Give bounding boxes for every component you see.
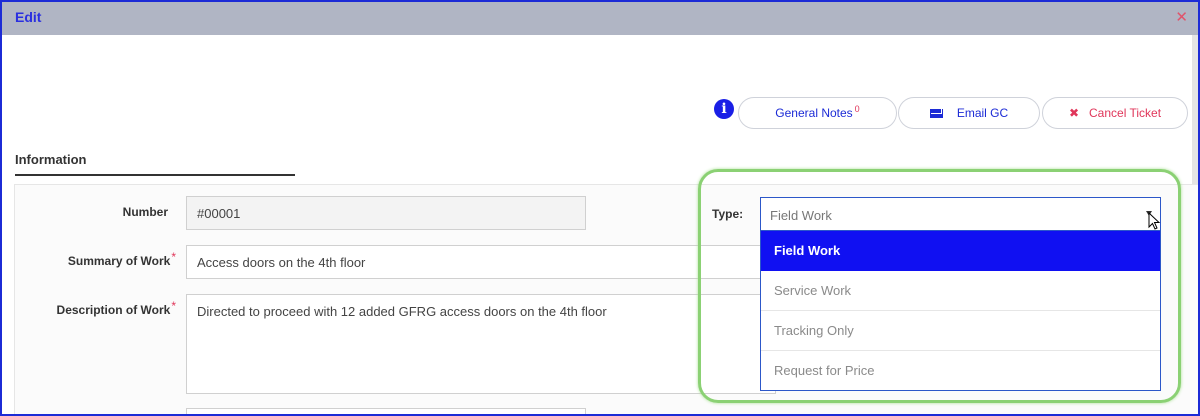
required-mark: * — [171, 299, 176, 313]
mouse-cursor-icon — [1148, 212, 1161, 230]
general-notes-button[interactable]: General Notes 0 — [738, 97, 897, 129]
edit-dialog: Edit ✕ i General Notes 0 Email GC ✖ Canc… — [0, 0, 1200, 416]
section-underline — [15, 174, 295, 176]
dialog-title: Edit — [15, 9, 42, 25]
number-label: Number — [60, 205, 168, 219]
type-dropdown-list: Field Work Service Work Tracking Only Re… — [760, 230, 1161, 391]
cancel-ticket-label: Cancel Ticket — [1089, 106, 1162, 120]
general-notes-label: General Notes — [775, 106, 853, 120]
type-option-tracking-only[interactable]: Tracking Only — [761, 311, 1160, 351]
general-notes-count: 0 — [854, 104, 860, 114]
email-gc-button[interactable]: Email GC — [898, 97, 1040, 129]
envelope-icon — [929, 108, 943, 118]
summary-label-text: Summary of Work — [67, 254, 171, 268]
number-label-text: Number — [122, 205, 168, 219]
type-option-request-for-price[interactable]: Request for Price — [761, 351, 1160, 391]
description-label-text: Description of Work — [56, 303, 171, 317]
type-label: Type: — [712, 207, 744, 221]
section-title: Information — [15, 152, 87, 167]
dialog-titlebar: Edit ✕ — [2, 2, 1198, 35]
type-option-field-work[interactable]: Field Work — [761, 231, 1160, 271]
info-icon[interactable]: i — [714, 99, 734, 119]
cancel-ticket-button[interactable]: ✖ Cancel Ticket — [1042, 97, 1188, 129]
summary-of-work-input[interactable]: Access doors on the 4th floor — [186, 245, 776, 279]
x-icon: ✖ — [1068, 106, 1080, 120]
required-mark: * — [171, 250, 176, 264]
summary-label: Summary of Work* — [22, 250, 176, 268]
close-icon[interactable]: ✕ — [1175, 8, 1188, 26]
description-of-work-textarea[interactable]: Directed to proceed with 12 added GFRG a… — [186, 294, 776, 394]
type-select[interactable]: Field Work — [760, 197, 1161, 231]
description-label: Description of Work* — [22, 299, 176, 317]
next-field[interactable] — [186, 408, 586, 414]
number-field: #00001 — [186, 196, 586, 230]
type-select-value: Field Work — [770, 208, 832, 223]
type-option-service-work[interactable]: Service Work — [761, 271, 1160, 311]
email-gc-label: Email GC — [956, 106, 1009, 120]
